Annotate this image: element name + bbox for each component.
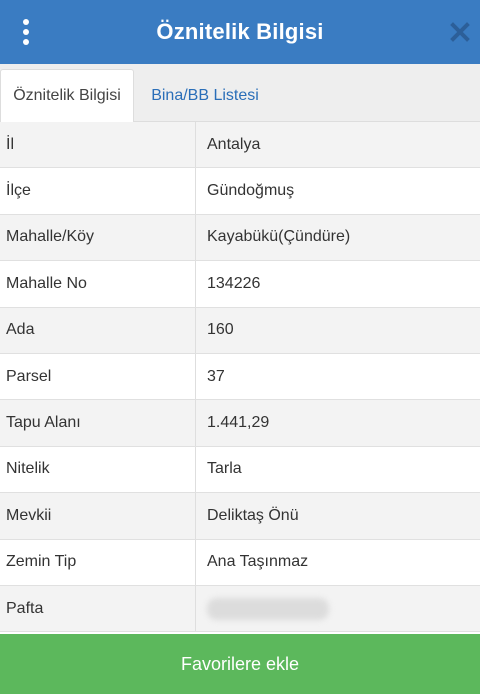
table-row: Pafta	[0, 585, 480, 633]
tab-bar: Öznitelik Bilgisi Bina/BB Listesi	[0, 64, 480, 123]
attribute-value: Antalya	[207, 135, 261, 153]
table-row: Parsel 37	[0, 353, 480, 401]
table-row: Nitelik Tarla	[0, 446, 480, 494]
attribute-label: Tapu Alanı	[0, 400, 196, 446]
attribute-value	[196, 586, 480, 631]
attribute-value: Tarla	[207, 460, 242, 478]
table-row: İlçe Gündoğmuş	[0, 168, 480, 215]
attribute-label: Mahalle/Köy	[0, 214, 196, 261]
table-row: Ada 160	[0, 307, 480, 354]
attribute-table: İl Antalya İlçe Gündoğmuş Mahalle/Köy Ka…	[0, 122, 480, 633]
app-header: Öznitelik Bilgisi	[0, 0, 480, 64]
attribute-label: İl	[0, 122, 196, 168]
menu-dot	[23, 39, 29, 45]
table-row: Mevkii Deliktaş Önü	[0, 493, 480, 540]
table-row: İl Antalya	[0, 122, 480, 169]
attribute-value: 160	[207, 321, 234, 339]
attribute-label: Mevkii	[0, 493, 196, 539]
menu-dot	[23, 29, 29, 35]
tab-building-list[interactable]: Bina/BB Listesi	[134, 69, 276, 122]
attribute-value: 37	[207, 367, 225, 385]
attribute-value: Ana Taşınmaz	[207, 553, 309, 571]
redacted-value	[207, 597, 329, 620]
close-icon[interactable]	[448, 20, 472, 44]
attribute-label: Nitelik	[0, 446, 196, 493]
attribute-label: Mahalle No	[0, 261, 196, 307]
tab-attribute-info[interactable]: Öznitelik Bilgisi	[0, 69, 134, 123]
attribute-label: İlçe	[0, 168, 196, 214]
attribute-label: Ada	[0, 307, 196, 353]
attribute-value: 134226	[207, 274, 261, 292]
table-row: Mahalle No 134226	[0, 261, 480, 308]
table-row: Tapu Alanı 1.441,29	[0, 400, 480, 447]
attribute-label: Pafta	[0, 585, 196, 632]
table-row: Zemin Tip Ana Taşınmaz	[0, 539, 480, 586]
attribute-value: 1.441,29	[207, 414, 270, 432]
page-title: Öznitelik Bilgisi	[156, 19, 324, 44]
attribute-value: Gündoğmuş	[207, 182, 295, 200]
menu-dot	[23, 19, 29, 25]
attribute-label: Parsel	[0, 353, 196, 400]
attribute-label: Zemin Tip	[0, 539, 196, 585]
attribute-value: Kayabükü(Çündüre)	[207, 228, 351, 246]
table-row: Mahalle/Köy Kayabükü(Çündüre)	[0, 214, 480, 262]
vertical-dots-icon[interactable]	[16, 17, 36, 47]
attribute-value: Deliktaş Önü	[207, 506, 299, 524]
add-to-favorites-button[interactable]: Favorilere ekle	[0, 634, 480, 694]
